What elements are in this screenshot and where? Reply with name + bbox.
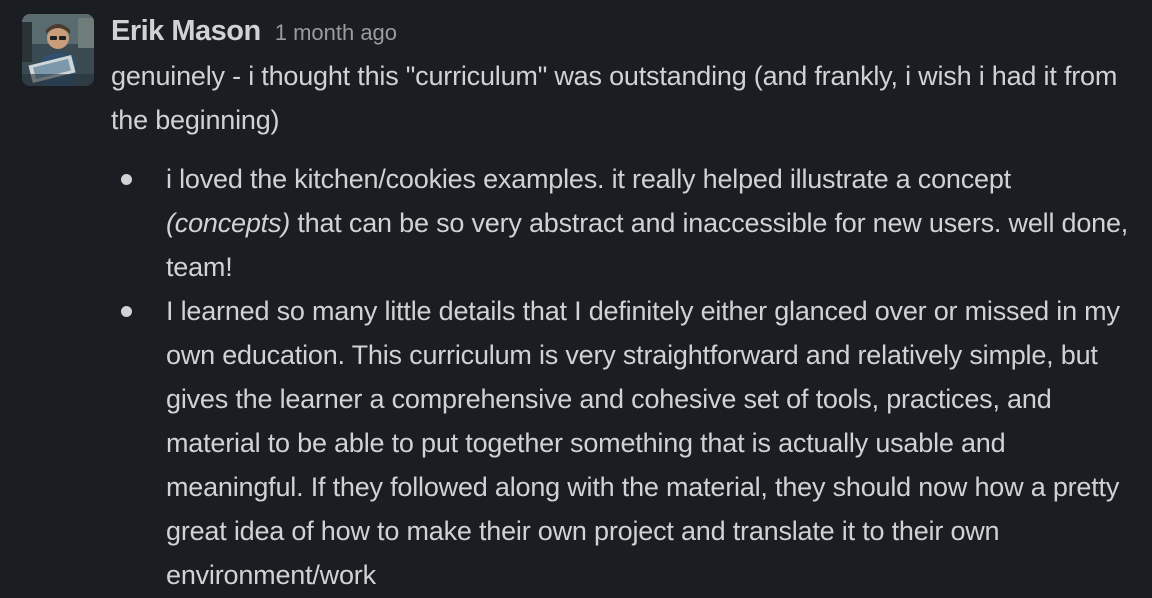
- list-item-text: I learned so many little details that I …: [166, 296, 1120, 590]
- list-item-italic: (concepts): [166, 208, 291, 238]
- bullet-list: i loved the kitchen/cookies examples. it…: [111, 157, 1141, 597]
- user-avatar-photo-icon: [22, 14, 94, 86]
- timestamp[interactable]: 1 month ago: [275, 10, 397, 56]
- list-item: i loved the kitchen/cookies examples. it…: [121, 157, 1141, 289]
- message: Erik Mason 1 month ago genuinely - i tho…: [0, 0, 1152, 598]
- message-intro: genuinely - i thought this "curriculum" …: [111, 61, 1118, 135]
- message-header: Erik Mason 1 month ago: [111, 8, 1141, 54]
- author-name[interactable]: Erik Mason: [111, 8, 261, 54]
- list-item-text: i loved the kitchen/cookies examples. it…: [166, 164, 1011, 194]
- bullet-icon: [121, 306, 132, 317]
- bullet-icon: [121, 174, 132, 185]
- list-item-text: that can be so very abstract and inacces…: [166, 208, 1129, 282]
- avatar[interactable]: [22, 14, 94, 86]
- message-content: Erik Mason 1 month ago genuinely - i tho…: [111, 8, 1141, 597]
- message-body: genuinely - i thought this "curriculum" …: [111, 54, 1141, 597]
- list-item: I learned so many little details that I …: [121, 289, 1141, 597]
